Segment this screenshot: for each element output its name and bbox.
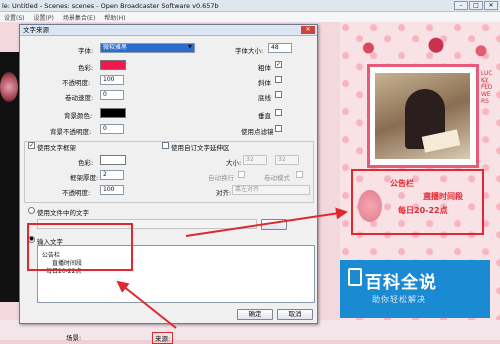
arrow-to-input xyxy=(116,280,177,329)
annotation-arrows xyxy=(116,207,348,329)
arrow-to-preview xyxy=(185,207,348,237)
